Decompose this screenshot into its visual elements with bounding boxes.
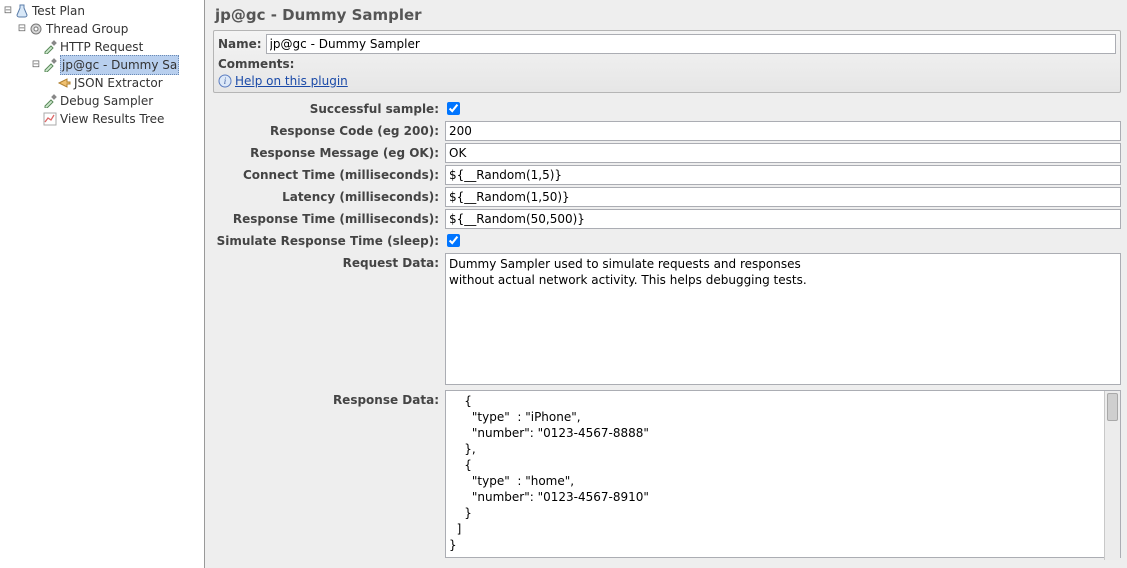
tree-item-label: jp@gc - Dummy Sa [60,55,179,75]
comments-label: Comments: [218,57,294,71]
arrow-icon [56,75,72,91]
scrollbar[interactable] [1104,391,1120,560]
successful-checkbox[interactable] [447,102,460,115]
tree-item-dummy-sampler[interactable]: ⊟ jp@gc - Dummy Sa [28,56,204,74]
form-area: Successful sample: Response Code (eg 200… [213,99,1121,568]
latency-input[interactable] [445,187,1121,207]
connect-time-label: Connect Time (milliseconds): [213,165,445,185]
response-data-textarea[interactable] [445,390,1121,558]
tree-item-label: JSON Extractor [74,74,163,92]
tree-item-label: Thread Group [46,20,128,38]
tree-item-view-results[interactable]: View Results Tree [28,110,204,128]
pipette-icon [42,39,58,55]
latency-label: Latency (milliseconds): [213,187,445,207]
tree-item-label: View Results Tree [60,110,164,128]
successful-label: Successful sample: [213,99,445,119]
name-input[interactable] [266,34,1116,54]
name-label: Name: [218,37,262,51]
response-time-input[interactable] [445,209,1121,229]
simulate-label: Simulate Response Time (sleep): [213,231,445,251]
scroll-thumb[interactable] [1107,393,1118,421]
tree-item-test-plan[interactable]: ⊟ Test Plan [0,2,204,20]
info-icon: i [218,74,232,88]
tree-item-label: HTTP Request [60,38,143,56]
flask-icon [14,3,30,19]
response-time-label: Response Time (milliseconds): [213,209,445,229]
header-box: Name: Comments: i Help on this plugin [213,30,1121,93]
tree-item-http-request[interactable]: HTTP Request [28,38,204,56]
gear-icon [28,21,44,37]
tree-item-debug-sampler[interactable]: Debug Sampler [28,92,204,110]
tree-item-json-extractor[interactable]: JSON Extractor [42,74,204,92]
pipette-icon [42,57,58,73]
tree-item-label: Test Plan [32,2,85,20]
response-message-label: Response Message (eg OK): [213,143,445,163]
help-link[interactable]: Help on this plugin [235,74,348,88]
pipette-icon [42,93,58,109]
response-data-label: Response Data: [213,390,445,410]
connect-time-input[interactable] [445,165,1121,185]
tree-pane: ⊟ Test Plan ⊟ Thread Group HTTP Request … [0,0,205,568]
main-panel: jp@gc - Dummy Sampler Name: Comments: i … [205,0,1127,568]
request-data-textarea[interactable] [445,253,1121,385]
tree-item-label: Debug Sampler [60,92,153,110]
response-message-input[interactable] [445,143,1121,163]
simulate-checkbox[interactable] [447,234,460,247]
chart-icon [42,111,58,127]
response-code-label: Response Code (eg 200): [213,121,445,141]
tree-expand-handle[interactable]: ⊟ [2,2,14,20]
tree-item-thread-group[interactable]: ⊟ Thread Group [14,20,204,38]
panel-title: jp@gc - Dummy Sampler [215,6,1121,24]
response-code-input[interactable] [445,121,1121,141]
request-data-label: Request Data: [213,253,445,273]
tree-expand-handle[interactable]: ⊟ [16,20,28,38]
tree-expand-handle[interactable]: ⊟ [30,56,42,74]
